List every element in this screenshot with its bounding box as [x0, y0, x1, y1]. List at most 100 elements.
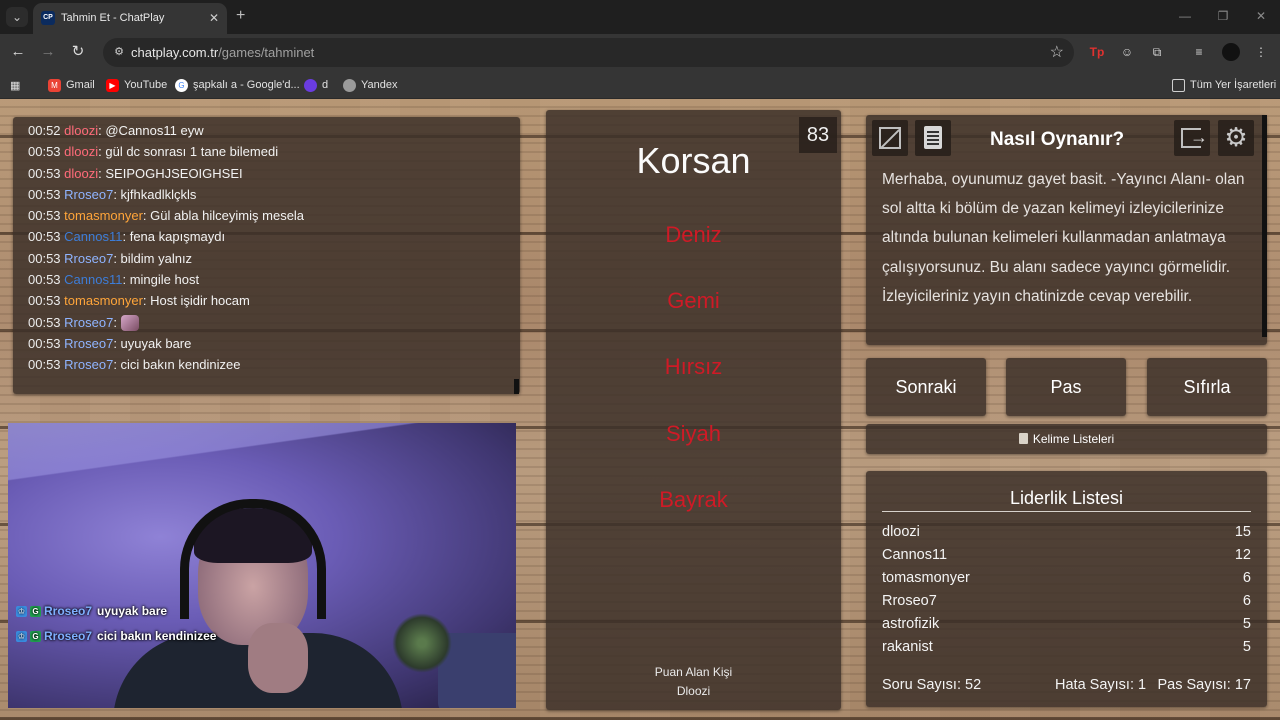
- chat-username[interactable]: tomasmonyer: [64, 208, 143, 223]
- chat-message: 00:53 tomasmonyer: Gül abla hilceyimiş m…: [28, 208, 304, 229]
- chat-timestamp: 00:52: [28, 123, 61, 138]
- chat-timestamp: 00:53: [28, 357, 61, 373]
- address-bar[interactable]: ⚙ chatplay.com.tr/games/tahminet ☆: [103, 38, 1074, 67]
- profile-avatar[interactable]: [1222, 43, 1240, 61]
- chat-text: : uyuyak bare: [113, 335, 192, 351]
- chat-message: 00:53 Rroseo7:: [28, 315, 304, 336]
- overlay-username: Rroseo7: [44, 629, 93, 643]
- leaderboard-score: 5: [1242, 616, 1251, 632]
- next-button[interactable]: Sonraki: [866, 358, 986, 416]
- chat-username[interactable]: dloozi: [64, 144, 98, 159]
- globe-icon: [343, 78, 356, 92]
- chat-timestamp: 00:53: [28, 144, 61, 160]
- all-bookmarks[interactable]: Tüm Yer İşaretleri: [1172, 77, 1276, 93]
- chat-username[interactable]: dloozi: [64, 166, 98, 181]
- chat-message: 00:53 dloozi: gül dc sonrası 1 tane bile…: [28, 144, 304, 165]
- site-info-icon[interactable]: ⚙: [111, 44, 127, 60]
- active-tab[interactable]: CP Tahmin Et - ChatPlay ✕: [33, 3, 227, 34]
- chat-text: : SEIPOGHJSEOIGHSEI: [98, 165, 243, 181]
- word-lists-button[interactable]: Kelime Listeleri: [866, 424, 1267, 454]
- g-badge-icon: G: [30, 605, 41, 617]
- fullscreen-button[interactable]: [872, 120, 908, 156]
- next-label: Sonraki: [895, 377, 957, 397]
- prime-badge-icon: ♔: [16, 605, 27, 617]
- leaderboard-score: 5: [1242, 639, 1251, 655]
- notebook-icon: [1018, 433, 1028, 444]
- folder-icon: [1172, 78, 1185, 92]
- reset-button[interactable]: Sıfırla: [1147, 358, 1267, 416]
- chat-username[interactable]: tomasmonyer: [64, 293, 143, 308]
- chat-username[interactable]: Cannos11: [64, 272, 122, 287]
- forbidden-word: Hırsız: [664, 354, 723, 379]
- chat-username[interactable]: Rroseo7: [64, 336, 113, 351]
- reload-button[interactable]: ↻: [68, 42, 88, 62]
- chat-message: 00:53 Cannos11: mingile host: [28, 272, 304, 293]
- bookmark-yandex[interactable]: Yandex: [343, 77, 398, 93]
- tab-strip: ⌄ CP Tahmin Et - ChatPlay ✕ + — ❐ ✕: [0, 0, 1280, 34]
- apps-grid-icon[interactable]: ▦: [10, 77, 20, 93]
- tab-title: Tahmin Et - ChatPlay: [61, 12, 165, 24]
- extensions-puzzle-icon[interactable]: ⧉: [1148, 43, 1166, 61]
- pass-button[interactable]: Pas: [1006, 358, 1126, 416]
- gear-icon: ⚙: [1224, 122, 1248, 152]
- leaderboard-title: Liderlik Listesi: [1009, 488, 1124, 508]
- bookmark-label: Yandex: [361, 79, 398, 91]
- url-host: chatplay.com.tr: [131, 45, 219, 60]
- chat-timestamp: 00:53: [28, 165, 61, 181]
- extension-tp-icon[interactable]: Tp: [1088, 43, 1106, 61]
- leaderboard-score: 6: [1242, 593, 1251, 609]
- exit-button[interactable]: [1174, 120, 1210, 156]
- forbidden-word: Gemi: [667, 288, 720, 313]
- reset-label: Sıfırla: [1183, 377, 1231, 397]
- bookmark-google[interactable]: Gşapkalı a - Google'd...: [175, 77, 300, 93]
- chat-text: : cici bakın kendinizee: [113, 357, 241, 373]
- overlay-text: uyuyak bare: [97, 604, 168, 618]
- target-word: Korsan: [636, 140, 751, 181]
- how-to-play-panel: Nasıl Oynanır? ⚙ Merhaba, oyunumuz gayet…: [866, 115, 1267, 345]
- leaderboard-divider: [882, 511, 1251, 512]
- chat-username[interactable]: Rroseo7: [64, 251, 113, 266]
- chat-emote-icon: [120, 315, 139, 332]
- browser-menu-icon[interactable]: ⋮: [1252, 43, 1270, 61]
- maximize-icon[interactable]: ❐: [1204, 0, 1242, 34]
- bookmark-star-icon[interactable]: ☆: [1050, 42, 1064, 62]
- chat-text: : Host işidir hocam: [142, 293, 250, 309]
- chat-text: : Gül abla hilceyimiş mesela: [142, 208, 305, 224]
- forward-button[interactable]: →: [38, 42, 58, 62]
- chat-text: : kjfhkadlklçkls: [113, 186, 197, 202]
- leaderboard-player: Rroseo7: [882, 593, 937, 609]
- webcam-ceiling: [8, 423, 516, 493]
- chat-username[interactable]: Rroseo7: [64, 315, 113, 330]
- how-to-play-scrollbar[interactable]: [1262, 115, 1267, 337]
- chat-scrollbar[interactable]: [514, 379, 519, 394]
- chat-username[interactable]: Rroseo7: [64, 187, 113, 202]
- bookmark-d[interactable]: d: [304, 77, 328, 93]
- chat-timestamp: 00:53: [28, 335, 61, 351]
- notes-button[interactable]: [915, 120, 951, 156]
- document-icon: [924, 126, 942, 149]
- minimize-icon[interactable]: —: [1166, 0, 1204, 34]
- expand-icon: [879, 127, 901, 149]
- bookmark-gmail[interactable]: M Gmail: [48, 77, 95, 93]
- chat-timestamp: 00:53: [28, 272, 61, 288]
- back-button[interactable]: ←: [8, 42, 28, 62]
- bookmark-label: Gmail: [66, 79, 95, 91]
- tab-search-button[interactable]: ⌄: [6, 7, 28, 27]
- leaderboard-row: astrofizik 5: [882, 616, 1251, 639]
- new-tab-button[interactable]: +: [236, 7, 245, 25]
- tab-close-icon[interactable]: ✕: [209, 11, 219, 25]
- chat-username[interactable]: Cannos11: [64, 229, 122, 244]
- chat-username[interactable]: dloozi: [64, 123, 98, 138]
- chat-message: 00:53 Cannos11: fena kapışmaydı: [28, 229, 304, 250]
- chat-username[interactable]: Rroseo7: [64, 357, 113, 372]
- webcam-headset: [180, 499, 326, 619]
- settings-button[interactable]: ⚙: [1218, 120, 1254, 156]
- leaderboard-player: rakanist: [882, 639, 933, 655]
- url-text[interactable]: chatplay.com.tr/games/tahminet: [131, 45, 314, 60]
- chat-panel[interactable]: 00:52 dloozi: @Cannos11 eyw 00:53 dloozi:…: [13, 117, 520, 394]
- bookmark-youtube[interactable]: ▶ YouTube: [106, 77, 167, 93]
- media-controls-icon[interactable]: ≡: [1190, 43, 1208, 61]
- extension-face-icon[interactable]: ☺: [1118, 43, 1136, 61]
- chat-timestamp: 00:53: [28, 250, 61, 266]
- close-window-icon[interactable]: ✕: [1242, 0, 1280, 34]
